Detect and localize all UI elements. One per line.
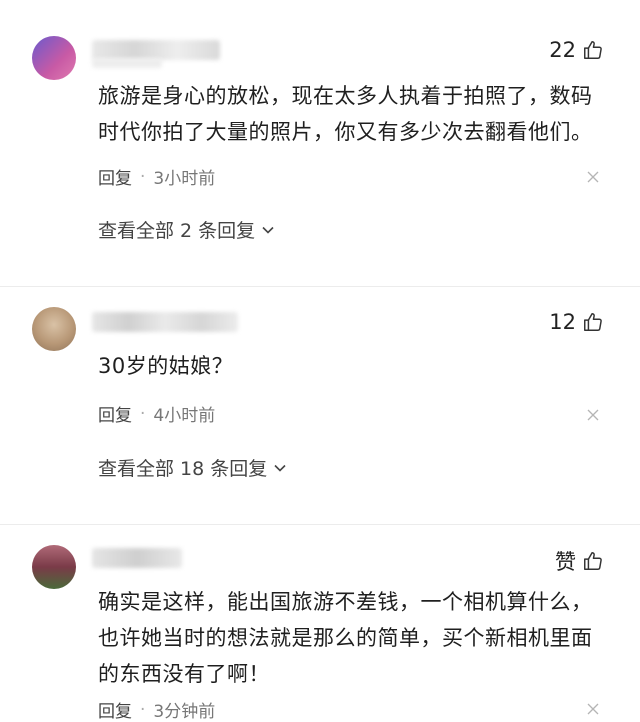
avatar[interactable] [32, 307, 76, 351]
like-button[interactable]: 22 [549, 38, 604, 62]
like-button[interactable]: 12 [549, 310, 604, 334]
comment-text: 30岁的姑娘？ [98, 354, 234, 378]
like-label: 赞 [555, 550, 576, 574]
avatar[interactable] [32, 36, 76, 80]
thumbs-up-icon [584, 41, 602, 59]
close-icon[interactable] [586, 170, 600, 184]
thumbs-up-icon [584, 313, 602, 331]
timestamp: 3小时前 [153, 169, 216, 189]
comment-text: 旅游是身心的放松，现在太多人执着于拍照了，数码 时代你拍了大量的照片，你又有多少… [98, 84, 593, 144]
comment-meta: 回复 · 3小时前 [98, 164, 216, 190]
timestamp: 3分钟前 [153, 702, 216, 722]
chevron-down-icon [274, 464, 286, 472]
username-redacted[interactable] [92, 40, 220, 60]
reply-button[interactable]: 回复 [98, 164, 132, 189]
close-icon[interactable] [586, 702, 600, 716]
view-replies-label: 查看全部 18 条回复 [98, 458, 268, 480]
thumbs-up-icon [584, 552, 602, 570]
view-replies-button[interactable]: 查看全部 18 条回复 [98, 454, 287, 481]
view-replies-label: 查看全部 2 条回复 [98, 220, 256, 242]
avatar[interactable] [32, 545, 76, 589]
chevron-down-icon [262, 226, 274, 234]
username-redacted[interactable] [92, 312, 238, 332]
divider [0, 286, 640, 287]
like-button[interactable]: 赞 [555, 546, 604, 576]
divider [0, 524, 640, 525]
comment-meta: 回复 · 4小时前 [98, 401, 216, 427]
like-count: 12 [549, 310, 576, 334]
timestamp: 4小时前 [153, 406, 216, 426]
username-redacted[interactable] [92, 548, 182, 568]
close-icon[interactable] [586, 408, 600, 422]
meta-separator: · [140, 166, 146, 187]
meta-separator: · [140, 699, 146, 720]
view-replies-button[interactable]: 查看全部 2 条回复 [98, 216, 275, 243]
comment-meta: 回复 · 3分钟前 [98, 697, 215, 722]
meta-separator: · [140, 403, 146, 424]
comment-text: 确实是这样，能出国旅游不差钱，一个相机算什么， 也许她当时的想法就是那么的简单，… [98, 590, 593, 686]
reply-button[interactable]: 回复 [98, 401, 132, 426]
username-redacted-2 [92, 58, 162, 68]
reply-button[interactable]: 回复 [98, 697, 132, 722]
like-count: 22 [549, 38, 576, 62]
